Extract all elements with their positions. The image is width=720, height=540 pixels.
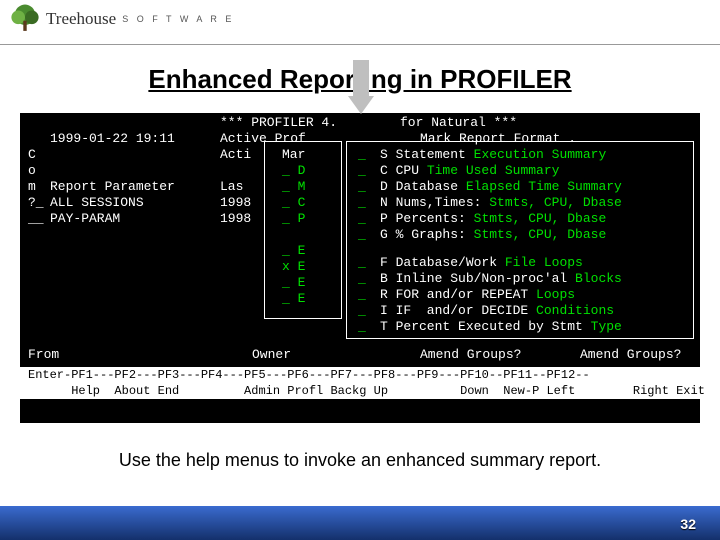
opt-d[interactable]: D Database Elapsed Time Summary — [380, 179, 622, 195]
acti: Acti — [220, 147, 251, 163]
menu-e3[interactable]: _ E — [282, 275, 305, 291]
slide-footer: 32 — [0, 506, 720, 540]
header-divider — [0, 44, 720, 45]
pf-line1: Enter-PF1---PF2---PF3---PF4---PF5---PF6-… — [28, 367, 590, 383]
terminal-screen: *** PROFILER 4. for Natural *** 1999-01-… — [20, 113, 700, 423]
timestamp: 1999-01-22 19:11 — [50, 131, 175, 147]
banner-right: for Natural *** — [400, 115, 517, 131]
pf-key-bar: Enter-PF1---PF2---PF3---PF4---PF5---PF6-… — [20, 367, 700, 399]
opt-c[interactable]: C CPU Time Used Summary — [380, 163, 559, 179]
y2: 1998 — [220, 211, 251, 227]
menu-e4[interactable]: _ E — [282, 291, 305, 307]
mk[interactable]: _ — [358, 227, 366, 243]
mar-label: Mar — [282, 147, 305, 163]
menu-p[interactable]: _ P — [282, 211, 305, 227]
menu-e2[interactable]: x E — [282, 259, 305, 275]
mk[interactable]: _ — [358, 195, 366, 211]
opt-f[interactable]: F Database/Work File Loops — [380, 255, 583, 271]
opt-s[interactable]: S Statement Execution Summary — [380, 147, 606, 163]
mk[interactable]: _ — [358, 147, 366, 163]
slide-caption: Use the help menus to invoke an enhanced… — [0, 450, 720, 471]
menu-e1[interactable]: _ E — [282, 243, 305, 259]
pointer-arrow-icon — [348, 60, 374, 120]
menu-m[interactable]: _ M — [282, 179, 305, 195]
from-label: From — [28, 347, 59, 363]
amend1: Amend Groups? — [420, 347, 521, 363]
tree-icon — [8, 2, 42, 36]
cmd-u: __ — [28, 211, 44, 227]
cmd-m: m — [28, 179, 36, 195]
cmd-o: o — [28, 163, 36, 179]
y1: 1998 — [220, 195, 251, 211]
pay-param: PAY-PARAM — [50, 211, 120, 227]
las: Las — [220, 179, 243, 195]
report-param: Report Parameter — [50, 179, 175, 195]
mk[interactable]: _ — [358, 303, 366, 319]
mk[interactable]: _ — [358, 211, 366, 227]
opt-g[interactable]: G % Graphs: Stmts, CPU, Dbase — [380, 227, 606, 243]
mk[interactable]: _ — [358, 163, 366, 179]
mk[interactable]: _ — [358, 179, 366, 195]
brand-name: Treehouse — [46, 9, 116, 29]
opt-r[interactable]: R FOR and/or REPEAT Loops — [380, 287, 575, 303]
page-number: 32 — [680, 516, 696, 532]
mk[interactable]: _ — [358, 319, 366, 335]
opt-n[interactable]: N Nums,Times: Stmts, CPU, Dbase — [380, 195, 622, 211]
banner-left: *** PROFILER 4. — [220, 115, 337, 131]
owner-label: Owner — [252, 347, 291, 363]
opt-b[interactable]: B Inline Sub/Non-proc'al Blocks — [380, 271, 622, 287]
menu-c[interactable]: _ C — [282, 195, 305, 211]
brand-sub: S O F T W A R E — [122, 14, 234, 24]
cmd-c: C — [28, 147, 36, 163]
pf-line2[interactable]: Help About End Admin Profl Backg Up Down… — [28, 383, 705, 399]
menu-d[interactable]: _ D — [282, 163, 305, 179]
mk[interactable]: _ — [358, 287, 366, 303]
mk[interactable]: _ — [358, 255, 366, 271]
opt-i[interactable]: I IF and/or DECIDE Conditions — [380, 303, 614, 319]
opt-p[interactable]: P Percents: Stmts, CPU, Dbase — [380, 211, 606, 227]
mk[interactable]: _ — [358, 271, 366, 287]
cmd-q: ?_ — [28, 195, 44, 211]
brand-logo: Treehouse S O F T W A R E — [8, 2, 234, 36]
amend2: Amend Groups? — [580, 347, 681, 363]
opt-t[interactable]: T Percent Executed by Stmt Type — [380, 319, 622, 335]
all-sessions: ALL SESSIONS — [50, 195, 144, 211]
